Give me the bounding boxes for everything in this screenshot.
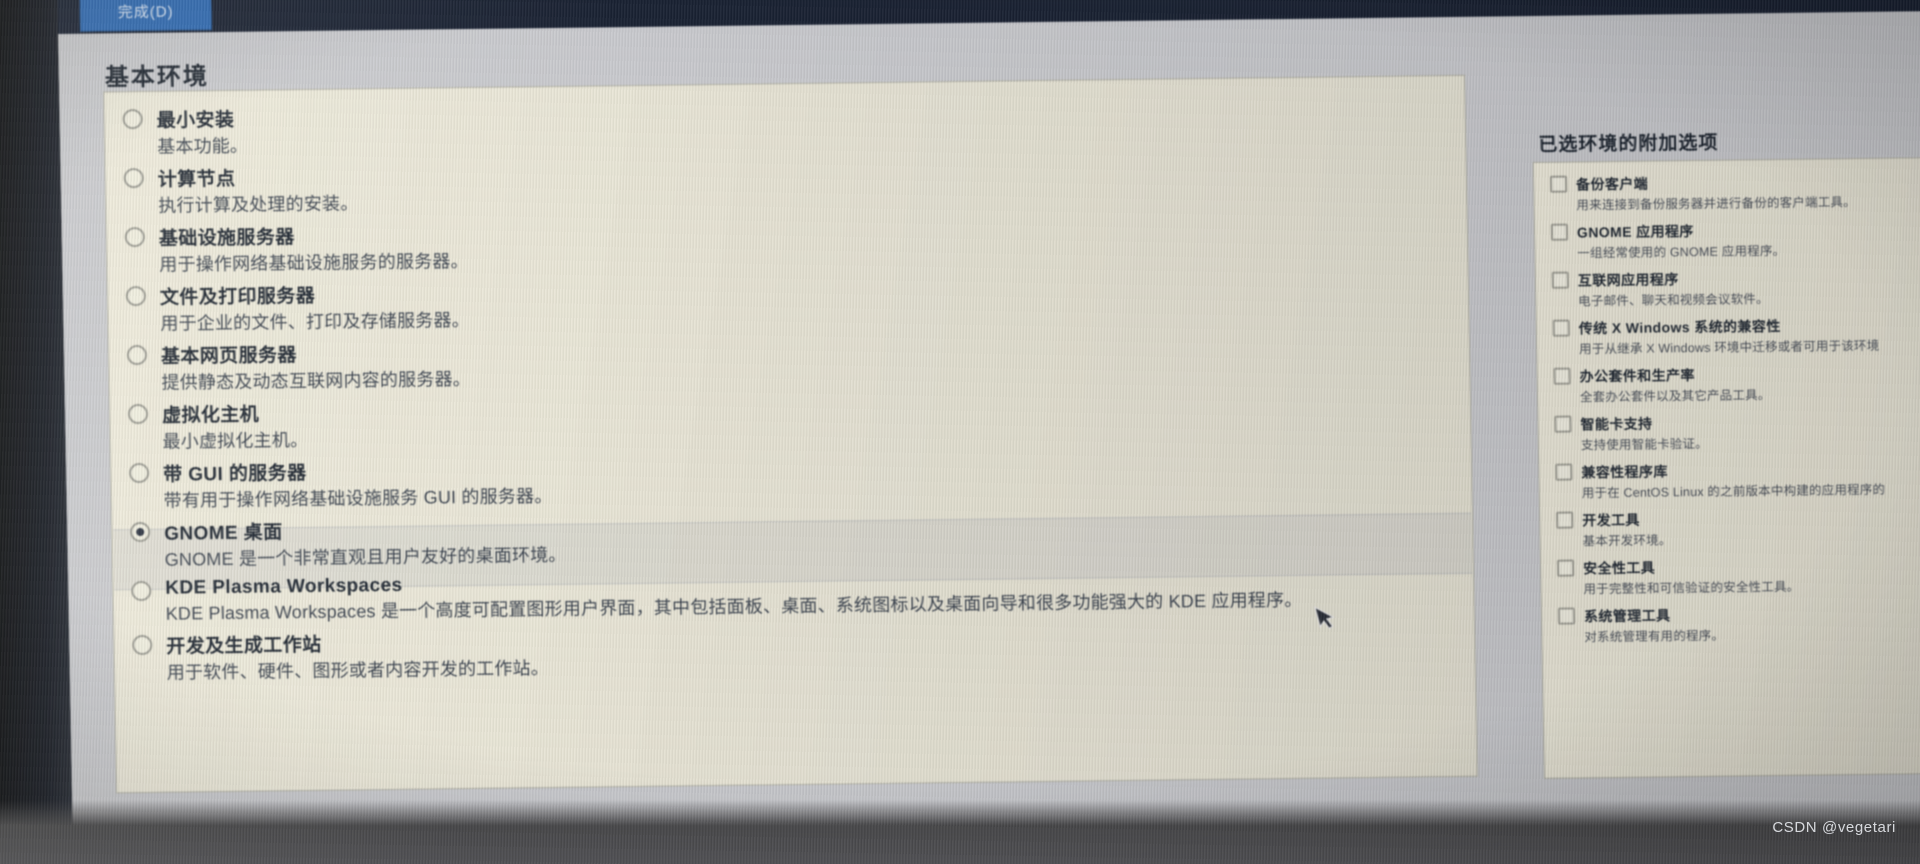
radio-icon[interactable] bbox=[132, 634, 153, 656]
addon-option-row[interactable]: 开发工具 基本开发环境。 bbox=[1548, 504, 1920, 557]
checkbox-icon[interactable] bbox=[1552, 319, 1570, 337]
base-environment-heading: 基本环境 bbox=[104, 63, 210, 92]
addon-option-row[interactable]: 传统 X Windows 系统的兼容性 用于从继承 X Windows 环境中迁移… bbox=[1545, 312, 1920, 365]
checkbox-icon[interactable] bbox=[1551, 271, 1569, 289]
radio-icon[interactable] bbox=[127, 403, 149, 425]
option-description: 一组经常使用的 GNOME 应用程序。 bbox=[1577, 243, 1786, 261]
screenshot-scene: 完成(D) 基本环境 最小安装 基本功能。 计算节点 执行计算及处理的安装。 基础设施服… bbox=[0, 0, 1920, 864]
dialog-titlebar bbox=[57, 0, 1920, 34]
radio-icon[interactable] bbox=[123, 167, 144, 189]
addon-option-row[interactable]: 互联网应用程序 电子邮件、聊天和视频会议软件。 bbox=[1544, 264, 1920, 317]
radio-icon[interactable] bbox=[128, 462, 150, 484]
addon-option-row[interactable]: 安全性工具 用于完整性和可信验证的安全性工具。 bbox=[1549, 552, 1920, 605]
addons-rows: 备份客户端 用来连接到备份服务器并进行备份的客户端工具。 GNOME 应用程序 一组经… bbox=[1534, 158, 1920, 653]
addon-option-row[interactable]: 备份客户端 用来连接到备份服务器并进行备份的客户端工具。 bbox=[1542, 168, 1920, 221]
radio-icon[interactable] bbox=[122, 108, 143, 130]
radio-icon[interactable] bbox=[125, 285, 147, 307]
base-environment-rows: 最小安装 基本功能。 计算节点 执行计算及处理的安装。 基础设施服务器 用于操作网络基础设… bbox=[104, 76, 1475, 690]
option-description: 基本开发环境。 bbox=[1582, 533, 1672, 549]
software-selection-dialog: 完成(D) 基本环境 最小安装 基本功能。 计算节点 执行计算及处理的安装。 基础设施服… bbox=[57, 0, 1920, 860]
addons-heading: 已选环境的附加选项 bbox=[1538, 132, 1719, 156]
addon-option-row[interactable]: 办公套件和生产率 全套办公套件以及其它产品工具。 bbox=[1545, 360, 1920, 413]
addon-option-row[interactable]: GNOME 应用程序 一组经常使用的 GNOME 应用程序。 bbox=[1543, 216, 1920, 269]
option-description: 用于在 CentOS Linux 的之前版本中构建的应用程序的 bbox=[1581, 482, 1886, 501]
base-environment-list[interactable]: 最小安装 基本功能。 计算节点 执行计算及处理的安装。 基础设施服务器 用于操作网络基础设… bbox=[103, 74, 1478, 794]
radio-icon[interactable] bbox=[124, 226, 145, 248]
addons-list[interactable]: 备份客户端 用来连接到备份服务器并进行备份的客户端工具。 GNOME 应用程序 一组经… bbox=[1532, 156, 1920, 779]
done-button[interactable]: 完成(D) bbox=[79, 0, 213, 32]
monitor-bezel-bottom bbox=[0, 800, 1920, 864]
checkbox-icon[interactable] bbox=[1556, 559, 1575, 577]
checkbox-icon[interactable] bbox=[1549, 175, 1568, 193]
checkbox-icon[interactable] bbox=[1555, 463, 1573, 481]
checkbox-icon[interactable] bbox=[1550, 223, 1569, 241]
checkbox-icon[interactable] bbox=[1553, 367, 1571, 385]
checkbox-icon[interactable] bbox=[1557, 607, 1576, 625]
installer-screen: 完成(D) 基本环境 最小安装 基本功能。 计算节点 执行计算及处理的安装。 基础设施服… bbox=[57, 0, 1920, 860]
addon-option-row[interactable]: 系统管理工具 对系统管理有用的程序。 bbox=[1550, 600, 1920, 653]
addon-option-row[interactable]: 智能卡支持 支持使用智能卡验证。 bbox=[1546, 408, 1920, 461]
addon-option-row[interactable]: 兼容性程序库 用于在 CentOS Linux 的之前版本中构建的应用程序的 bbox=[1547, 456, 1920, 509]
checkbox-icon[interactable] bbox=[1554, 415, 1572, 433]
option-description: 全套办公套件以及其它产品工具。 bbox=[1579, 388, 1771, 405]
option-description: 电子邮件、聊天和视频会议软件。 bbox=[1578, 292, 1769, 309]
radio-icon[interactable] bbox=[131, 580, 152, 602]
radio-icon[interactable] bbox=[126, 344, 148, 366]
radio-selected-icon[interactable] bbox=[130, 521, 151, 543]
checkbox-icon[interactable] bbox=[1556, 511, 1574, 529]
option-description: 用于从继承 X Windows 环境中迁移或者可用于该环境 bbox=[1578, 338, 1880, 357]
option-description: 支持使用智能卡验证。 bbox=[1580, 436, 1709, 453]
option-description: 用于完整性和可信验证的安全性工具。 bbox=[1583, 579, 1800, 597]
watermark: CSDN @vegetari bbox=[1772, 819, 1896, 836]
option-description: 对系统管理有用的程序。 bbox=[1584, 628, 1725, 645]
option-description: 用来连接到备份服务器并进行备份的客户端工具。 bbox=[1576, 195, 1856, 213]
